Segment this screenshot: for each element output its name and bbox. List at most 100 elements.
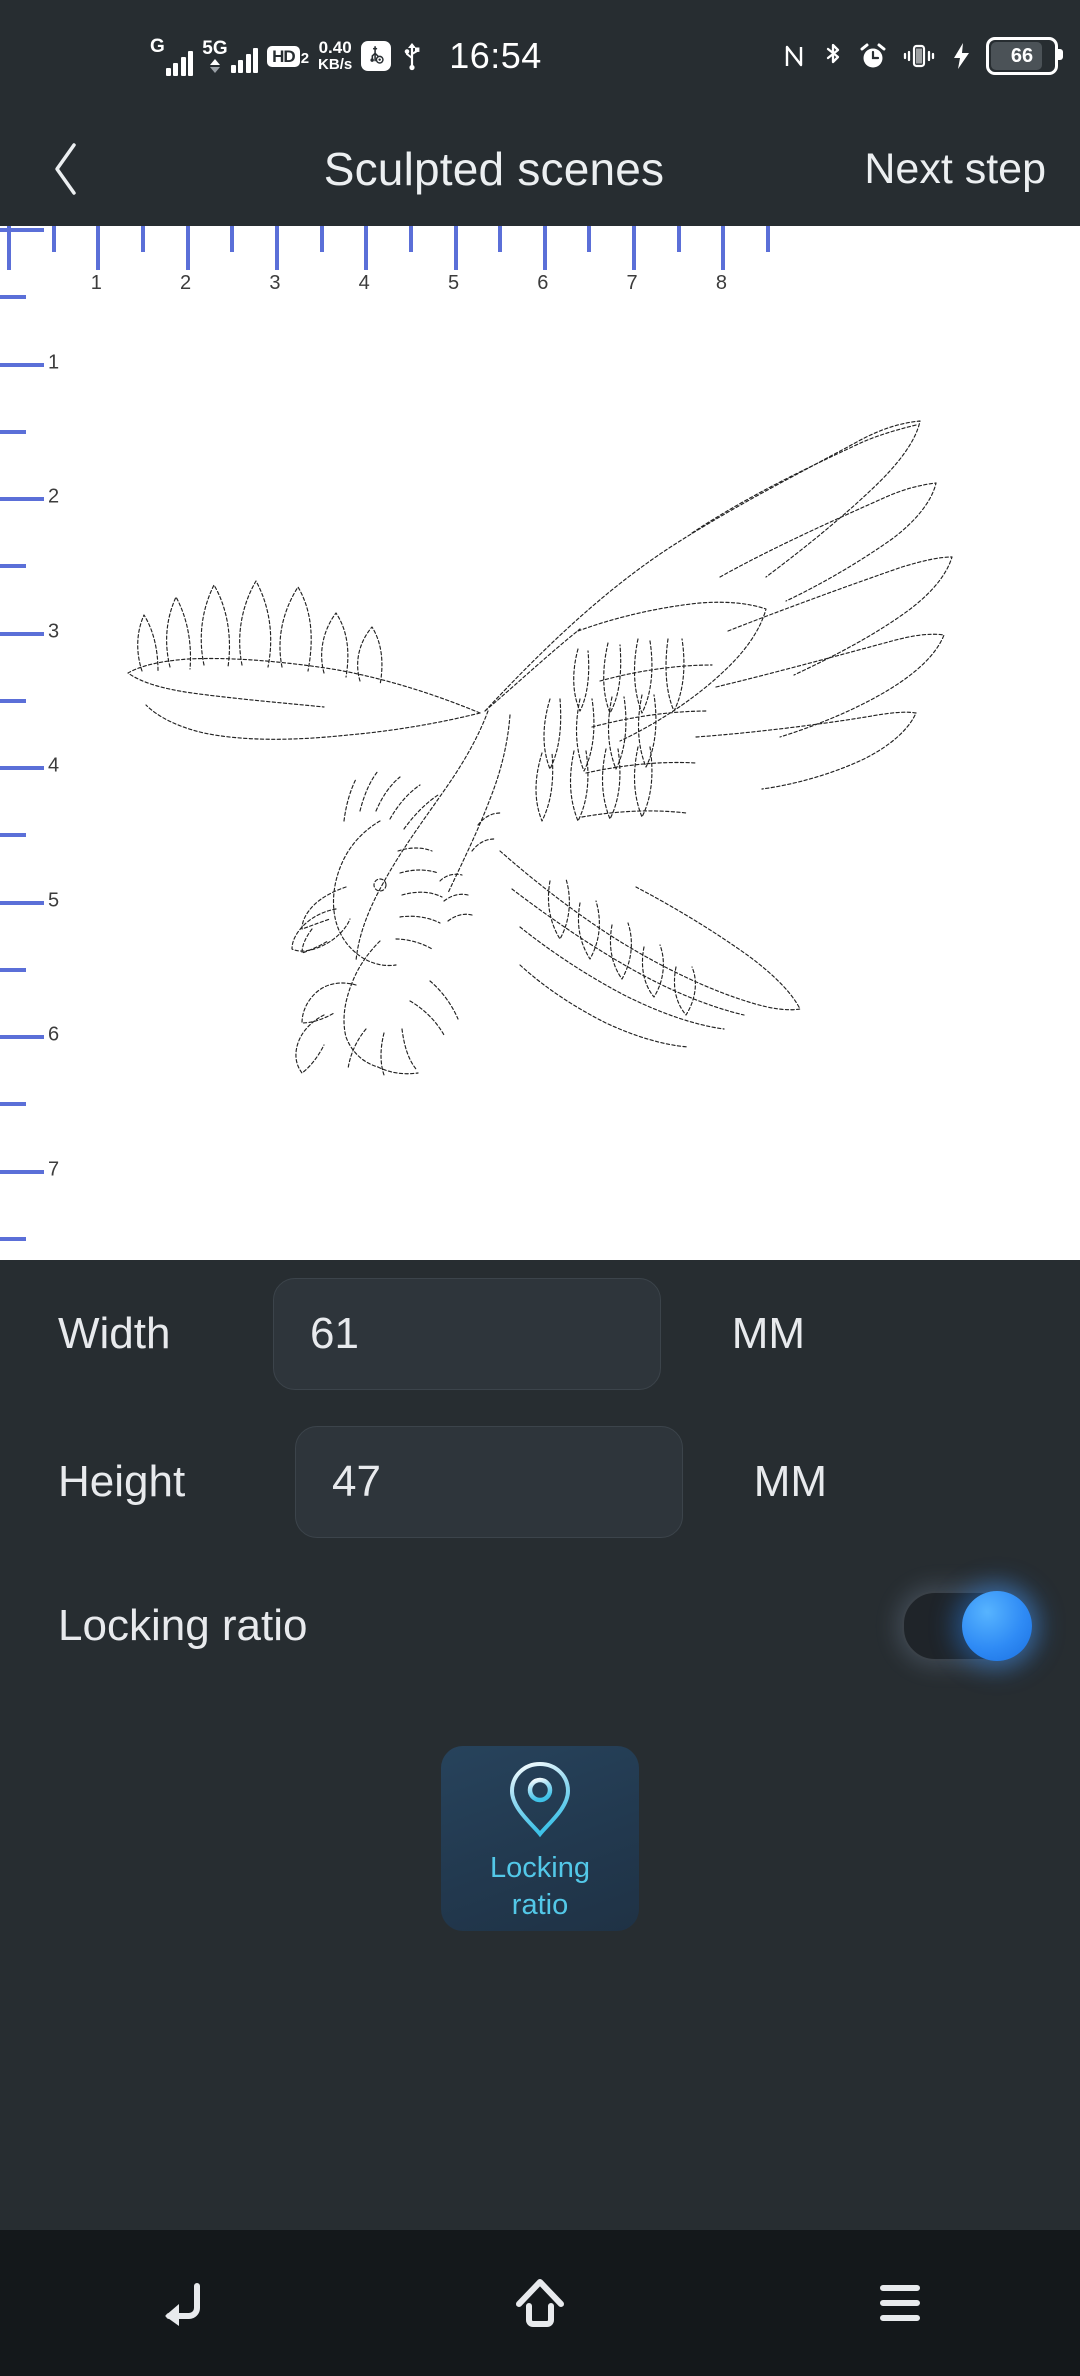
next-step-button[interactable]: Next step [864,145,1046,194]
eagle-line-art[interactable] [80,381,980,1081]
ruler-h-minor-tick [587,226,592,252]
ruler-h-label: 5 [447,272,460,294]
ruler-v-label: 4 [48,754,60,777]
bluetooth-icon [822,41,844,71]
data-arrows-icon [209,59,220,73]
alarm-clock-icon [858,41,888,71]
width-input[interactable]: 61 [273,1278,661,1390]
height-row: Height 47 MM [0,1408,1080,1556]
nfc-icon [782,41,808,71]
ruler-h-minor-tick [319,226,324,252]
usb-debug-icon [361,41,392,71]
ruler-h-label: 2 [180,272,192,294]
ruler-h-major-tick [453,226,458,270]
width-value[interactable]: 61 [310,1309,359,1359]
hd-voice-icon: HD 2 [267,45,310,67]
hd-voice-badge: HD [267,45,300,67]
ruler-h-major-tick [96,226,101,270]
ruler-v-minor-tick [0,967,26,972]
app-header: Sculpted scenes Next step [0,112,1080,226]
network-speed-value: 0.40 [318,38,352,58]
ruler-h-major-tick [632,226,637,270]
height-input[interactable]: 47 [295,1426,683,1538]
ruler-h-label: 7 [626,272,638,294]
ruler-v-major-tick [0,631,44,636]
ruler-h-major-tick [185,226,190,270]
ruler-v-minor-tick [0,429,26,434]
ruler-h-major-tick [274,226,279,270]
ruler-v-label: 1 [48,351,60,373]
ruler-v-label: 2 [48,485,60,508]
ruler-v-minor-tick [0,833,26,838]
nav-back-button[interactable] [105,2248,255,2358]
battery-level: 66 [1010,44,1034,67]
network-type-label-1: G [150,35,165,57]
ruler-h-minor-tick [676,226,681,252]
ruler-v-label: 6 [48,1023,60,1046]
locking-ratio-toggle[interactable] [902,1591,1032,1661]
ruler-v-label: 5 [48,889,60,911]
vibrate-mode-icon [902,42,936,70]
ruler-v-label: 7 [48,1158,60,1180]
status-bar-clock: 16:54 [449,35,542,76]
status-bar-right-icons: 66 [782,0,1063,112]
ruler-v-major-tick [0,900,44,905]
ruler-h-minor-tick [140,226,145,252]
ruler-v-minor-tick [0,564,26,569]
locking-ratio-label: Locking ratio [58,1601,308,1650]
nav-home-button[interactable] [465,2248,615,2358]
height-label: Height [58,1457,186,1506]
width-label: Width [58,1309,171,1358]
nav-recents-icon [880,2285,920,2321]
ruler-v-major-tick [0,1035,44,1039]
horizontal-ruler[interactable]: 1 2 3 4 5 6 7 8 [0,226,1080,294]
signal-bars-icon-1 [165,50,194,76]
ruler-h-label: 3 [269,272,281,294]
charging-bolt-icon [950,41,972,71]
location-pin-icon [504,1756,576,1847]
hd-voice-sub: 2 [300,49,310,67]
ruler-h-label: 4 [358,272,370,294]
locking-ratio-row: Locking ratio [0,1556,1080,1696]
ruler-v-major-tick [0,766,44,770]
signal-group-2: 5G [202,38,259,73]
signal-group-1: G [150,35,194,76]
vertical-ruler[interactable]: 1 2 3 4 5 6 7 [0,226,60,1260]
width-unit: MM [731,1309,805,1358]
signal-bars-icon-2 [230,47,259,73]
usb-icon [400,41,424,71]
ruler-h-label: 8 [715,272,727,294]
ruler-h-minor-tick [230,226,235,252]
ruler-v-minor-tick [0,698,26,703]
height-unit: MM [753,1457,827,1506]
hint-line-1: Locking [490,1851,590,1884]
ruler-h-major-tick [721,226,726,270]
toggle-thumb [962,1591,1032,1661]
ruler-h-label: 6 [537,272,549,294]
ruler-h-minor-tick [408,226,413,252]
locking-ratio-hint-wrap: Locking ratio [0,1746,1080,1931]
nav-home-icon [516,2279,564,2327]
status-bar: G 5G HD 2 0.40 KB/s 16:54 66 [0,0,1080,112]
height-value[interactable]: 47 [332,1457,381,1507]
width-row: Width 61 MM [0,1260,1080,1408]
nav-recents-button[interactable] [825,2248,975,2358]
network-speed-indicator: 0.40 KB/s [318,39,352,73]
ruler-v-minor-tick [0,1102,26,1107]
ruler-v-label: 3 [48,620,60,642]
ruler-v-minor-tick [0,1236,26,1241]
network-type-label-2: 5G [202,38,228,59]
ruler-h-label: 1 [90,272,102,294]
ruler-v-major-tick [0,1169,44,1174]
hint-line-2: ratio [511,1889,569,1921]
battery-icon: 66 [986,37,1063,75]
network-speed-unit: KB/s [318,56,353,74]
ruler-v-major-tick [0,228,44,232]
phone-screen: G 5G HD 2 0.40 KB/s 16:54 66 Sculpted sc… [0,0,1080,2376]
status-bar-left-icons: G 5G HD 2 0.40 KB/s 16:54 [150,0,542,112]
ruler-h-minor-tick [498,226,503,252]
design-canvas[interactable]: 1 2 3 4 5 6 7 8 1 2 3 4 5 6 7 [0,226,1080,1260]
size-settings-panel: Width 61 MM Height 47 MM Locking ratio L… [0,1260,1080,2230]
ruler-h-major-tick [542,226,547,270]
ruler-v-major-tick [0,362,44,367]
